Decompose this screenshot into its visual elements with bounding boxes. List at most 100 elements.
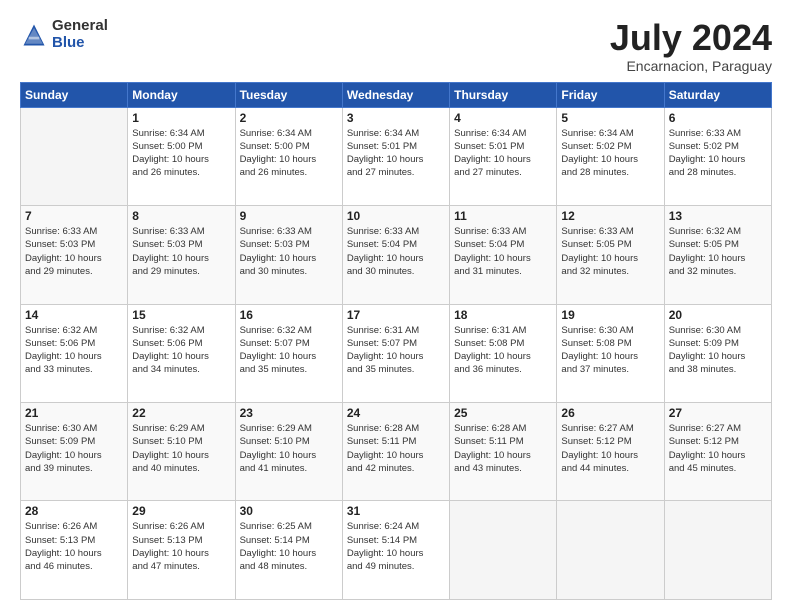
day-number: 27 [669,406,767,420]
day-info: Sunrise: 6:30 AMSunset: 5:09 PMDaylight:… [669,324,767,377]
day-info: Sunrise: 6:33 AMSunset: 5:05 PMDaylight:… [561,225,659,278]
day-info: Sunrise: 6:33 AMSunset: 5:04 PMDaylight:… [347,225,445,278]
calendar-cell: 29 Sunrise: 6:26 AMSunset: 5:13 PMDayligh… [128,501,235,600]
day-number: 20 [669,308,767,322]
day-info: Sunrise: 6:34 AMSunset: 5:01 PMDaylight:… [347,127,445,180]
calendar-cell [664,501,771,600]
calendar-cell: 7 Sunrise: 6:33 AMSunset: 5:03 PMDaylight… [21,206,128,304]
day-info: Sunrise: 6:29 AMSunset: 5:10 PMDaylight:… [240,422,338,475]
day-info: Sunrise: 6:31 AMSunset: 5:08 PMDaylight:… [454,324,552,377]
day-info: Sunrise: 6:33 AMSunset: 5:04 PMDaylight:… [454,225,552,278]
day-number: 26 [561,406,659,420]
day-info: Sunrise: 6:30 AMSunset: 5:09 PMDaylight:… [25,422,123,475]
day-info: Sunrise: 6:28 AMSunset: 5:11 PMDaylight:… [347,422,445,475]
calendar-cell: 15 Sunrise: 6:32 AMSunset: 5:06 PMDayligh… [128,304,235,402]
day-number: 8 [132,209,230,223]
day-number: 11 [454,209,552,223]
logo-text: General Blue [52,18,108,51]
day-number: 15 [132,308,230,322]
calendar-cell: 21 Sunrise: 6:30 AMSunset: 5:09 PMDayligh… [21,403,128,501]
header: General Blue July 2024 Encarnacion, Para… [20,18,772,74]
calendar-cell [21,107,128,205]
day-number: 6 [669,111,767,125]
calendar-header-saturday: Saturday [664,82,771,107]
calendar-cell: 17 Sunrise: 6:31 AMSunset: 5:07 PMDayligh… [342,304,449,402]
day-number: 7 [25,209,123,223]
day-number: 16 [240,308,338,322]
calendar-cell [557,501,664,600]
calendar-cell: 27 Sunrise: 6:27 AMSunset: 5:12 PMDayligh… [664,403,771,501]
calendar-cell: 23 Sunrise: 6:29 AMSunset: 5:10 PMDayligh… [235,403,342,501]
day-info: Sunrise: 6:27 AMSunset: 5:12 PMDaylight:… [669,422,767,475]
calendar-cell: 13 Sunrise: 6:32 AMSunset: 5:05 PMDayligh… [664,206,771,304]
calendar-header-friday: Friday [557,82,664,107]
calendar-cell: 22Sunrise: 6:29 AMSunset: 5:10 PMDayligh… [128,403,235,501]
day-info: Sunrise: 6:33 AMSunset: 5:03 PMDaylight:… [132,225,230,278]
calendar-header-row: SundayMondayTuesdayWednesdayThursdayFrid… [21,82,772,107]
day-info: Sunrise: 6:28 AMSunset: 5:11 PMDaylight:… [454,422,552,475]
day-info: Sunrise: 6:25 AMSunset: 5:14 PMDaylight:… [240,520,338,573]
day-number: 23 [240,406,338,420]
calendar-header-thursday: Thursday [450,82,557,107]
calendar-cell: 30 Sunrise: 6:25 AMSunset: 5:14 PMDayligh… [235,501,342,600]
logo-icon [20,21,48,49]
day-info: Sunrise: 6:31 AMSunset: 5:07 PMDaylight:… [347,324,445,377]
calendar-cell: 11 Sunrise: 6:33 AMSunset: 5:04 PMDayligh… [450,206,557,304]
calendar-cell: 8 Sunrise: 6:33 AMSunset: 5:03 PMDaylight… [128,206,235,304]
calendar-cell: 5 Sunrise: 6:34 AMSunset: 5:02 PMDaylight… [557,107,664,205]
calendar-cell: 14Sunrise: 6:32 AMSunset: 5:06 PMDayligh… [21,304,128,402]
day-info: Sunrise: 6:26 AMSunset: 5:13 PMDaylight:… [132,520,230,573]
day-info: Sunrise: 6:32 AMSunset: 5:06 PMDaylight:… [132,324,230,377]
day-number: 21 [25,406,123,420]
day-number: 19 [561,308,659,322]
day-info: Sunrise: 6:32 AMSunset: 5:05 PMDaylight:… [669,225,767,278]
calendar-week-row: 28 Sunrise: 6:26 AMSunset: 5:13 PMDayligh… [21,501,772,600]
day-number: 28 [25,504,123,518]
calendar-cell: 10 Sunrise: 6:33 AMSunset: 5:04 PMDayligh… [342,206,449,304]
day-info: Sunrise: 6:26 AMSunset: 5:13 PMDaylight:… [25,520,123,573]
calendar-cell: 18Sunrise: 6:31 AMSunset: 5:08 PMDayligh… [450,304,557,402]
day-info: Sunrise: 6:30 AMSunset: 5:08 PMDaylight:… [561,324,659,377]
calendar-header-sunday: Sunday [21,82,128,107]
day-number: 13 [669,209,767,223]
calendar-table: SundayMondayTuesdayWednesdayThursdayFrid… [20,82,772,600]
day-number: 22 [132,406,230,420]
calendar-cell: 12Sunrise: 6:33 AMSunset: 5:05 PMDayligh… [557,206,664,304]
day-number: 2 [240,111,338,125]
calendar-header-monday: Monday [128,82,235,107]
logo: General Blue [20,18,108,51]
calendar-cell: 4Sunrise: 6:34 AMSunset: 5:01 PMDaylight… [450,107,557,205]
calendar-week-row: 21 Sunrise: 6:30 AMSunset: 5:09 PMDayligh… [21,403,772,501]
title-block: July 2024 Encarnacion, Paraguay [610,18,772,74]
calendar-cell: 2Sunrise: 6:34 AMSunset: 5:00 PMDaylight… [235,107,342,205]
day-number: 1 [132,111,230,125]
calendar-week-row: 7 Sunrise: 6:33 AMSunset: 5:03 PMDaylight… [21,206,772,304]
day-number: 29 [132,504,230,518]
day-info: Sunrise: 6:34 AMSunset: 5:02 PMDaylight:… [561,127,659,180]
day-number: 14 [25,308,123,322]
day-info: Sunrise: 6:33 AMSunset: 5:03 PMDaylight:… [240,225,338,278]
day-number: 24 [347,406,445,420]
day-number: 5 [561,111,659,125]
day-info: Sunrise: 6:33 AMSunset: 5:03 PMDaylight:… [25,225,123,278]
day-number: 10 [347,209,445,223]
calendar-week-row: 1Sunrise: 6:34 AMSunset: 5:00 PMDaylight… [21,107,772,205]
calendar-cell: 9 Sunrise: 6:33 AMSunset: 5:03 PMDaylight… [235,206,342,304]
page: General Blue July 2024 Encarnacion, Para… [0,0,792,612]
day-info: Sunrise: 6:33 AMSunset: 5:02 PMDaylight:… [669,127,767,180]
subtitle: Encarnacion, Paraguay [610,58,772,74]
calendar-header-wednesday: Wednesday [342,82,449,107]
day-number: 25 [454,406,552,420]
calendar-cell [450,501,557,600]
day-number: 30 [240,504,338,518]
calendar-header-tuesday: Tuesday [235,82,342,107]
calendar-cell: 26Sunrise: 6:27 AMSunset: 5:12 PMDayligh… [557,403,664,501]
logo-blue: Blue [52,35,108,52]
day-number: 17 [347,308,445,322]
day-number: 31 [347,504,445,518]
calendar-cell: 3Sunrise: 6:34 AMSunset: 5:01 PMDaylight… [342,107,449,205]
main-title: July 2024 [610,18,772,58]
calendar-cell: 28 Sunrise: 6:26 AMSunset: 5:13 PMDayligh… [21,501,128,600]
calendar-week-row: 14 Sunrise: 6:32 AMSunset: 5:06 PMDayligh… [21,304,772,402]
day-number: 9 [240,209,338,223]
